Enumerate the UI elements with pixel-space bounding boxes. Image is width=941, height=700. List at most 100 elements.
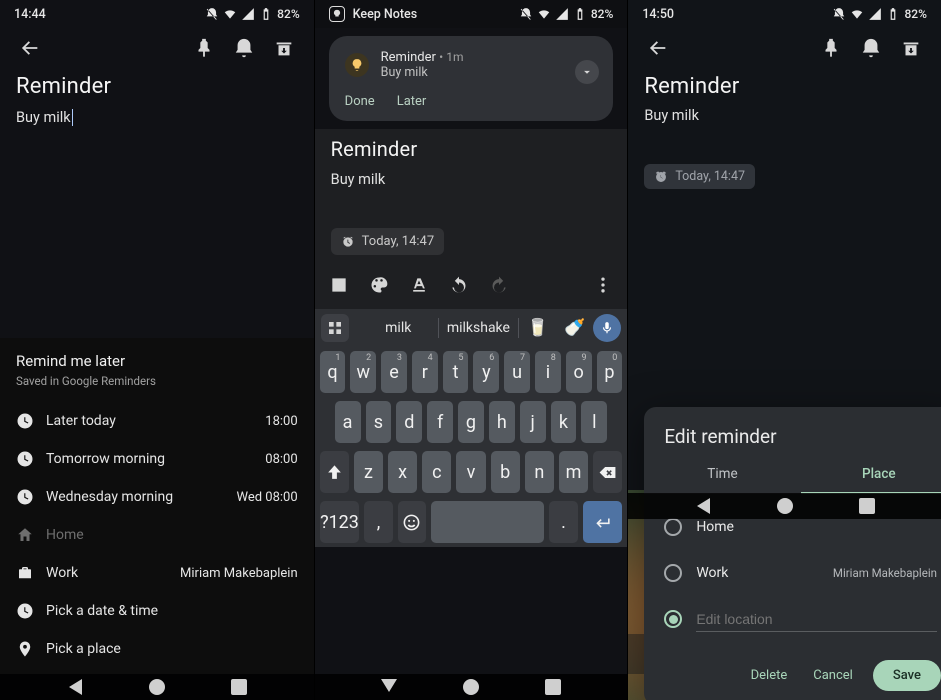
clock-icon [16, 602, 46, 620]
key-m[interactable]: m [559, 451, 588, 493]
remind-option[interactable]: Tomorrow morning08:00 [16, 440, 298, 478]
tab-place[interactable]: Place [801, 456, 941, 494]
delete-button[interactable]: Delete [745, 662, 794, 689]
suggestion-1[interactable]: milk [359, 320, 438, 336]
emoji-suggestion-1[interactable]: 🥛 [527, 318, 548, 338]
nav-home[interactable] [777, 498, 793, 514]
expand-button[interactable] [575, 60, 599, 84]
key-b[interactable]: b [491, 451, 520, 493]
key-q[interactable]: q1 [320, 351, 346, 393]
key-r[interactable]: r4 [412, 351, 438, 393]
note-body[interactable]: Buy milk [16, 109, 298, 126]
key-k[interactable]: k [551, 401, 577, 443]
key-d[interactable]: d [396, 401, 422, 443]
status-bar: 14:44 82% [0, 0, 314, 28]
key-z[interactable]: z [354, 451, 383, 493]
add-button[interactable] [321, 267, 357, 303]
key-?123[interactable]: ?123 [320, 501, 360, 543]
key-c[interactable]: c [422, 451, 451, 493]
palette-button[interactable] [361, 267, 397, 303]
key-i[interactable]: i8 [535, 351, 561, 393]
key-y[interactable]: y6 [473, 351, 499, 393]
notif-action-done[interactable]: Done [345, 94, 375, 109]
archive-button[interactable] [891, 28, 931, 68]
note-title[interactable]: Reminder [644, 74, 925, 99]
heads-up-notification[interactable]: Reminder • 1m Buy milk Done Later [329, 36, 614, 121]
key-g[interactable]: g [458, 401, 484, 443]
option-work[interactable]: Work Miriam Makebaplein [664, 550, 937, 596]
key-v[interactable]: v [456, 451, 485, 493]
key-x[interactable]: x [388, 451, 417, 493]
nav-recent[interactable] [859, 498, 875, 514]
key-a[interactable]: a [335, 401, 361, 443]
note-title[interactable]: Reminder [16, 74, 298, 99]
text-format-button[interactable] [401, 267, 437, 303]
key-f[interactable]: f [427, 401, 453, 443]
key-j[interactable]: j [520, 401, 546, 443]
save-button[interactable]: Save [873, 660, 941, 691]
remind-option[interactable]: Pick a place [16, 630, 298, 668]
cancel-button[interactable]: Cancel [807, 662, 859, 689]
reminder-chip[interactable]: Today, 14:47 [644, 164, 755, 189]
notif-age: 1m [446, 50, 463, 64]
alarm-icon [341, 235, 355, 249]
nav-back[interactable] [66, 679, 82, 695]
note-body[interactable]: Buy milk [644, 107, 925, 124]
reminder-button[interactable] [224, 28, 264, 68]
key-o[interactable]: o9 [566, 351, 592, 393]
tab-time[interactable]: Time [644, 456, 800, 494]
dialog-tabs: Time Place [644, 456, 941, 494]
remind-option[interactable]: WorkMiriam Makebaplein [16, 554, 298, 592]
key-enter[interactable] [583, 501, 623, 543]
key-p[interactable]: p0 [597, 351, 623, 393]
notif-title: Reminder [381, 50, 436, 65]
gboard-button[interactable] [321, 314, 349, 342]
suggestion-2[interactable]: milkshake [439, 320, 518, 336]
note-body[interactable]: Buy milk [331, 171, 612, 188]
key-w[interactable]: w2 [350, 351, 376, 393]
radio-icon [664, 610, 682, 628]
remind-option[interactable]: Wednesday morningWed 08:00 [16, 478, 298, 516]
pin-button[interactable] [811, 28, 851, 68]
reminder-button[interactable] [851, 28, 891, 68]
remind-option[interactable]: Home [16, 516, 298, 554]
nav-recent[interactable] [231, 679, 247, 695]
key-t[interactable]: t5 [443, 351, 469, 393]
note-area[interactable]: Reminder Buy milk Today, 14:47 [628, 68, 941, 195]
nav-back[interactable] [381, 679, 397, 695]
back-button[interactable] [10, 28, 50, 68]
emoji-suggestion-2[interactable]: 🍼 [564, 318, 585, 338]
remind-option[interactable]: Later today18:00 [16, 402, 298, 440]
back-button[interactable] [638, 28, 678, 68]
edit-location-input[interactable] [696, 607, 937, 632]
key-shift[interactable] [320, 451, 349, 493]
reminder-chip[interactable]: Today, 14:47 [331, 228, 444, 255]
pin-button[interactable] [184, 28, 224, 68]
archive-button[interactable] [264, 28, 304, 68]
key-l[interactable]: l [581, 401, 607, 443]
nav-recent[interactable] [545, 679, 561, 695]
key-h[interactable]: h [489, 401, 515, 443]
key-u[interactable]: u7 [504, 351, 530, 393]
mic-button[interactable] [593, 314, 621, 342]
key-s[interactable]: s [366, 401, 392, 443]
key-emoji[interactable] [398, 501, 426, 543]
battery-icon [259, 7, 273, 21]
nav-home[interactable] [463, 679, 479, 695]
nav-back[interactable] [694, 498, 710, 514]
key-,[interactable]: , [364, 501, 392, 543]
note-area[interactable]: Reminder Buy milk [0, 68, 314, 132]
key-e[interactable]: e3 [381, 351, 407, 393]
notif-action-later[interactable]: Later [397, 94, 427, 109]
option-edit-location[interactable] [664, 596, 937, 642]
remind-option[interactable]: Pick a date & time [16, 592, 298, 630]
key-n[interactable]: n [525, 451, 554, 493]
note-title[interactable]: Reminder [331, 137, 612, 161]
note-area[interactable]: Reminder Buy milk Today, 14:47 [315, 129, 628, 261]
key-del[interactable] [593, 451, 622, 493]
nav-home[interactable] [149, 679, 165, 695]
key-space[interactable] [431, 501, 544, 543]
key-.[interactable]: . [549, 501, 577, 543]
more-button[interactable] [585, 267, 621, 303]
undo-button[interactable] [441, 267, 477, 303]
